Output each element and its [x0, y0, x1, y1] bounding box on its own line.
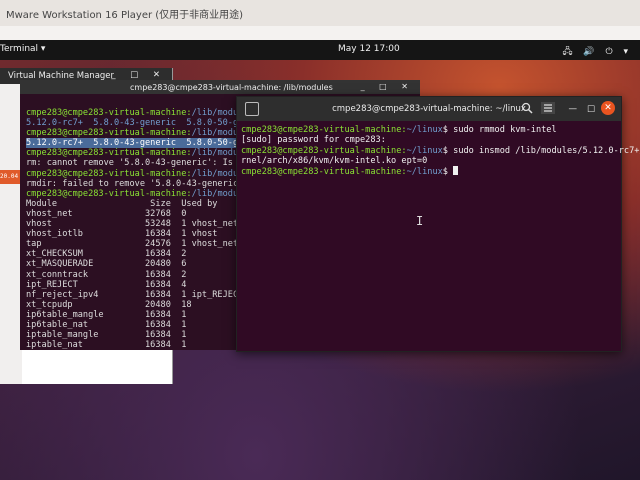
command-insmod: sudo insmod /lib/modules/5.12.0-rc7+/ke — [453, 145, 640, 156]
vmm-sidebar: 20.04 — [0, 84, 22, 384]
lsmod-row: vhost_iotlb 16384 1 vhost — [26, 229, 218, 240]
prompt-path: ~/linux — [406, 167, 443, 178]
lsmod-row: xt_conntrack 16384 2 — [26, 269, 187, 280]
lsmod-row: xt_MASQUERADE 20480 6 — [26, 259, 187, 270]
prompt-user: cmpe283@cmpe283-virtual-machine: — [26, 108, 192, 118]
lsmod-row: vhost_net 32768 0 — [26, 208, 187, 219]
prompt-user: cmpe283@cmpe283-virtual-machine: — [26, 128, 192, 139]
output-line: 5.12.0-rc7+ 5.8.0-43-generic 5.8.0-50-ge… — [26, 118, 270, 129]
lsmod-row: iptable_mangle 16384 1 — [26, 330, 187, 341]
front-terminal-title-bar: cmpe283@cmpe283-virtual-machine: ~/linux… — [237, 97, 621, 121]
lsmod-row: iptable_nat 16384 1 — [26, 340, 187, 350]
prompt-path: ~/linux — [406, 125, 443, 135]
lsmod-row: tap 24576 1 vhost_net — [26, 239, 239, 250]
clock[interactable]: May 12 17:00 — [338, 44, 400, 54]
vmware-title-bar: Mware Workstation 16 Player (仅用于非商业用途) — [0, 0, 640, 26]
front-terminal-output[interactable]: cmpe283@cmpe283-virtual-machine:~/linux$… — [237, 121, 640, 178]
front-terminal-window[interactable]: cmpe283@cmpe283-virtual-machine: ~/linux… — [236, 96, 640, 352]
mouse-ibeam-cursor-icon: I — [416, 214, 424, 228]
lsmod-header: Module Size Used by — [26, 198, 218, 209]
command-rmmod: sudo rmmod kvm-intel — [453, 125, 557, 135]
prompt-user: cmpe283@cmpe283-virtual-machine: — [26, 148, 192, 159]
lsmod-row: ip6table_nat 16384 1 — [26, 319, 187, 330]
background-terminal-controls[interactable]: _ □ ✕ — [361, 82, 414, 92]
prompt-user: cmpe283@cmpe283-virtual-machine: — [241, 167, 407, 178]
close-icon[interactable]: ✕ — [601, 101, 615, 115]
lsmod-row: xt_CHECKSUM 16384 2 — [26, 249, 187, 260]
vmware-menu-bar — [0, 26, 640, 40]
hamburger-menu-icon[interactable] — [541, 102, 555, 114]
lsmod-row: nf_reject_ipv4 16384 1 ipt_REJECT — [26, 289, 244, 300]
command-insmod-wrap: rnel/arch/x86/kvm/kvm-intel.ko ept=0 — [241, 155, 428, 166]
version-badge: 20.04 — [0, 170, 22, 184]
maximize-icon[interactable]: □ — [587, 104, 595, 114]
vmware-title: Mware Workstation 16 Player (仅用于非商业用途) — [6, 10, 244, 21]
gnome-top-bar: Terminal ▾ May 12 17:00 🖧 🔊 ⏻ ▾ — [0, 40, 640, 60]
text-cursor — [453, 166, 459, 176]
prompt-user: cmpe283@cmpe283-virtual-machine: — [26, 188, 192, 199]
prompt-user: cmpe283@cmpe283-virtual-machine: — [241, 125, 407, 135]
front-terminal-title: cmpe283@cmpe283-virtual-machine: ~/linux — [332, 104, 526, 114]
lsmod-row: vhost 53248 1 vhost_net — [26, 219, 239, 230]
background-terminal-title-bar: cmpe283@cmpe283-virtual-machine: /lib/mo… — [20, 80, 420, 94]
prompt-user: cmpe283@cmpe283-virtual-machine: — [26, 168, 192, 179]
minimize-icon[interactable]: — — [569, 104, 578, 114]
prompt-user: cmpe283@cmpe283-virtual-machine: — [241, 145, 407, 156]
background-terminal-title: cmpe283@cmpe283-virtual-machine: /lib/mo… — [130, 83, 333, 92]
output-line: 5.12.0-rc7+ 5.8.0-43-generic 5.8.0-50-ge… — [26, 138, 270, 149]
system-tray[interactable]: 🖧 🔊 ⏻ ▾ — [563, 44, 632, 60]
lsmod-row: ipt_REJECT 16384 4 — [26, 279, 187, 290]
lsmod-row: xt_tcpudp 20480 18 — [26, 299, 192, 310]
vmm-window-controls[interactable]: _ □ ✕ — [111, 70, 166, 80]
activities-terminal-menu[interactable]: Terminal ▾ — [0, 44, 45, 54]
sudo-prompt: [sudo] password for cmpe283: — [241, 135, 386, 146]
prompt-path: ~/linux — [406, 145, 443, 156]
search-icon[interactable] — [521, 102, 533, 114]
lsmod-row: ip6table_mangle 16384 1 — [26, 309, 187, 320]
